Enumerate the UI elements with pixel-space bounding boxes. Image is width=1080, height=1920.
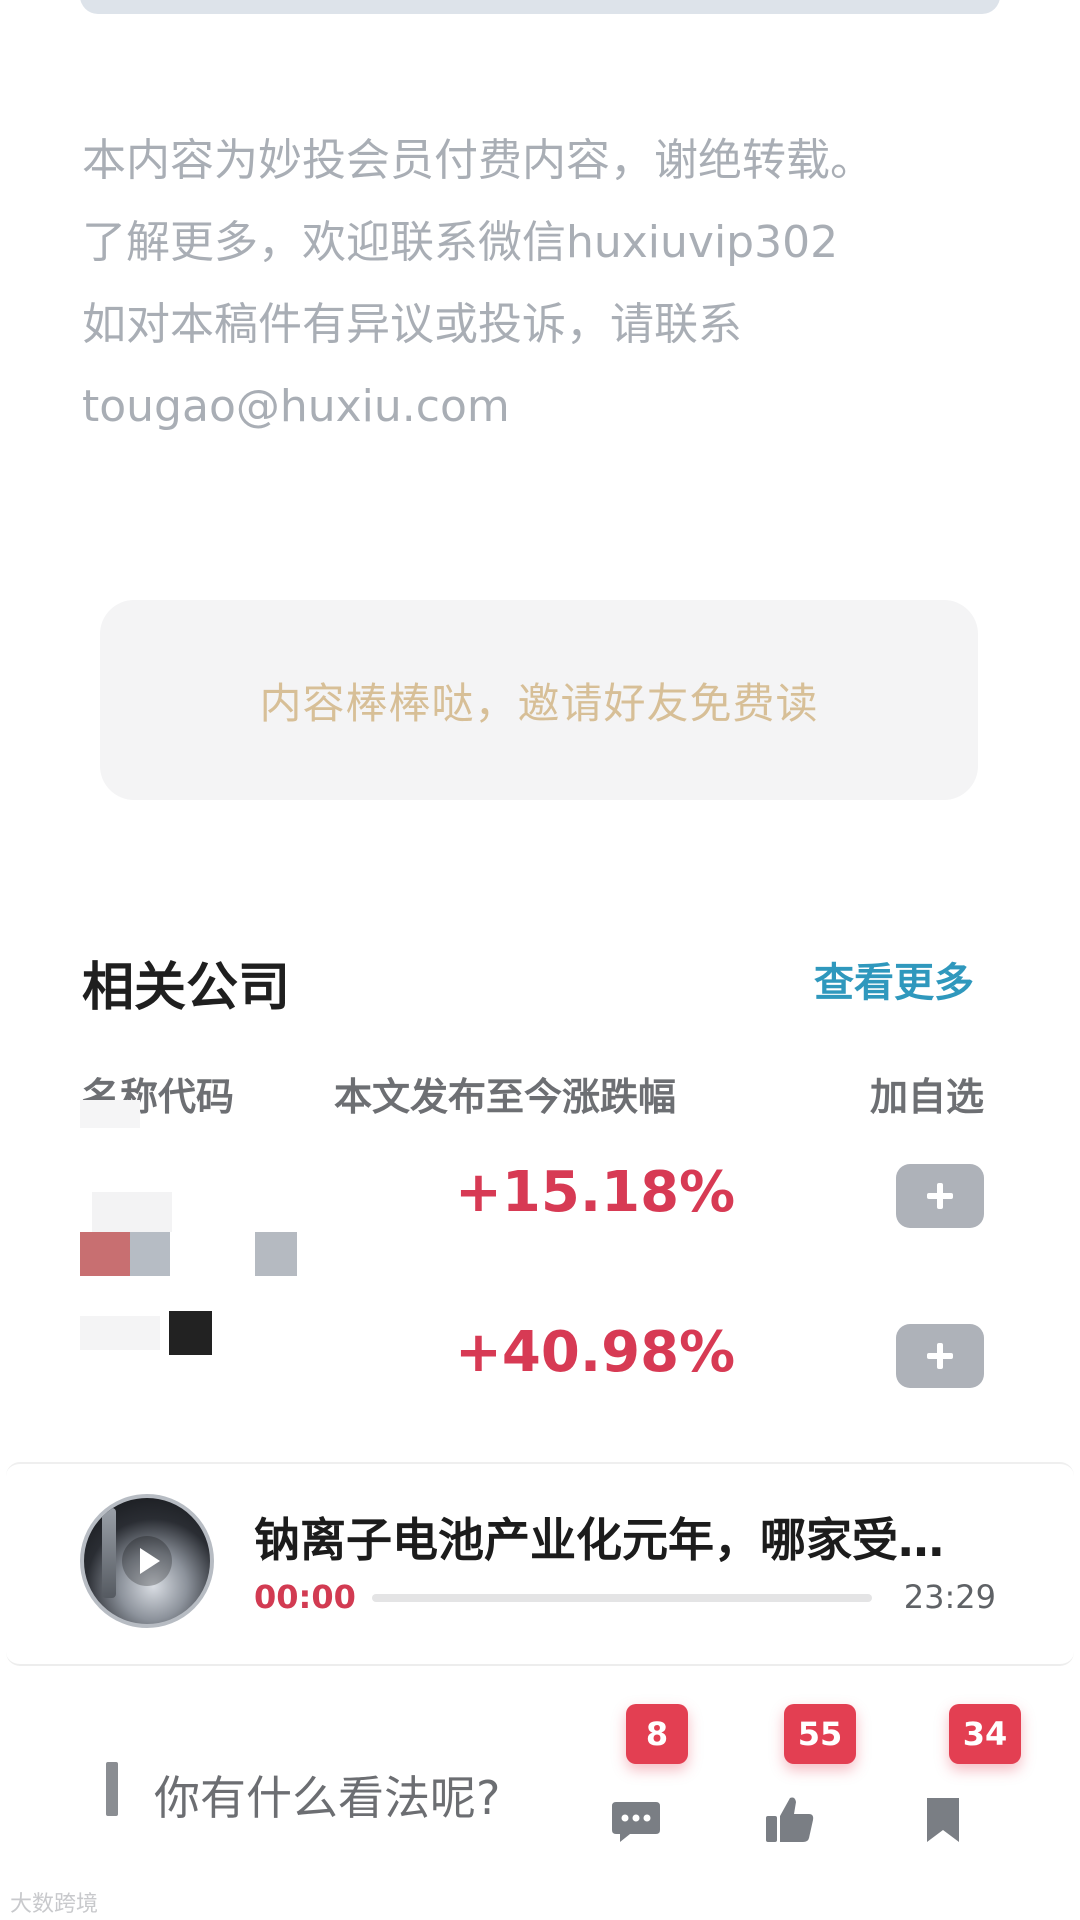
invite-friends-label: 内容棒棒哒，邀请好友免费读 — [259, 678, 819, 728]
add-to-watchlist-button[interactable] — [896, 1324, 984, 1388]
comment-icon — [612, 1802, 660, 1842]
column-header-change: 本文发布至今涨跌幅 — [334, 1075, 677, 1119]
favorite-count-badge: 34 — [949, 1704, 1021, 1764]
audio-player: 钠离子电池产业化元年，哪家受… 00:00 23:29 — [6, 1462, 1074, 1666]
blurred-stock-name — [80, 1100, 140, 1128]
stock-change-percent: +40.98% — [455, 1320, 736, 1385]
copyright-notice: 本内容为妙投会员付费内容，谢绝转载。 了解更多，欢迎联系微信huxiuvip30… — [82, 120, 1022, 448]
blurred-stock-code — [169, 1311, 212, 1355]
blurred-stock-code — [130, 1232, 170, 1276]
like-button[interactable]: 55 — [752, 1704, 856, 1842]
favorite-button[interactable]: 34 — [905, 1704, 1021, 1842]
total-time: 23:29 — [903, 1578, 996, 1616]
watermark-text: 大数跨境 — [10, 1892, 99, 1917]
notice-line-2: 了解更多，欢迎联系微信huxiuvip302 — [82, 217, 839, 268]
stock-row[interactable]: +15.18% — [0, 1100, 1080, 1276]
blurred-stock-name — [92, 1192, 172, 1232]
add-to-watchlist-button[interactable] — [896, 1164, 984, 1228]
audio-title: 钠离子电池产业化元年，哪家受… — [254, 1513, 944, 1567]
notice-email: tougao@huxiu.com — [82, 381, 510, 432]
notice-line-1: 本内容为妙投会员付费内容，谢绝转载。 — [82, 135, 874, 186]
thumbs-up-icon — [766, 1797, 814, 1842]
comment-bar: 你有什么看法呢? 8 55 34 — [0, 1664, 1080, 1920]
plus-icon — [927, 1183, 953, 1209]
notice-line-3: 如对本稿件有异议或投诉，请联系 — [82, 299, 742, 350]
invite-friends-button[interactable]: 内容棒棒哒，邀请好友免费读 — [100, 600, 978, 800]
like-count-badge: 55 — [784, 1704, 856, 1764]
audio-progress-bar[interactable] — [372, 1594, 872, 1602]
comment-input-cursor — [106, 1762, 118, 1816]
blurred-stock-code — [80, 1232, 130, 1276]
current-time: 00:00 — [254, 1578, 356, 1616]
content-card-bottom-edge — [80, 0, 1000, 14]
blurred-stock-code — [255, 1232, 297, 1276]
article-page: 本内容为妙投会员付费内容，谢绝转载。 了解更多，欢迎联系微信huxiuvip30… — [0, 0, 1080, 1920]
play-icon — [122, 1536, 172, 1586]
comments-button[interactable]: 8 — [598, 1704, 698, 1842]
blurred-stock-name — [80, 1316, 160, 1350]
stock-change-percent: +15.18% — [455, 1160, 736, 1225]
audio-cover-play-button[interactable] — [80, 1494, 214, 1628]
stock-row[interactable]: +40.98% — [0, 1300, 1080, 1420]
view-more-link[interactable]: 查看更多 — [814, 950, 974, 1008]
bookmark-icon — [927, 1798, 959, 1842]
column-header-add: 加自选 — [869, 1075, 984, 1119]
comment-count-badge: 8 — [626, 1704, 688, 1764]
plus-icon — [927, 1343, 953, 1369]
cover-art — [102, 1508, 116, 1598]
comment-input[interactable]: 你有什么看法呢? — [154, 1762, 500, 1828]
related-companies-title: 相关公司 — [82, 958, 291, 1018]
